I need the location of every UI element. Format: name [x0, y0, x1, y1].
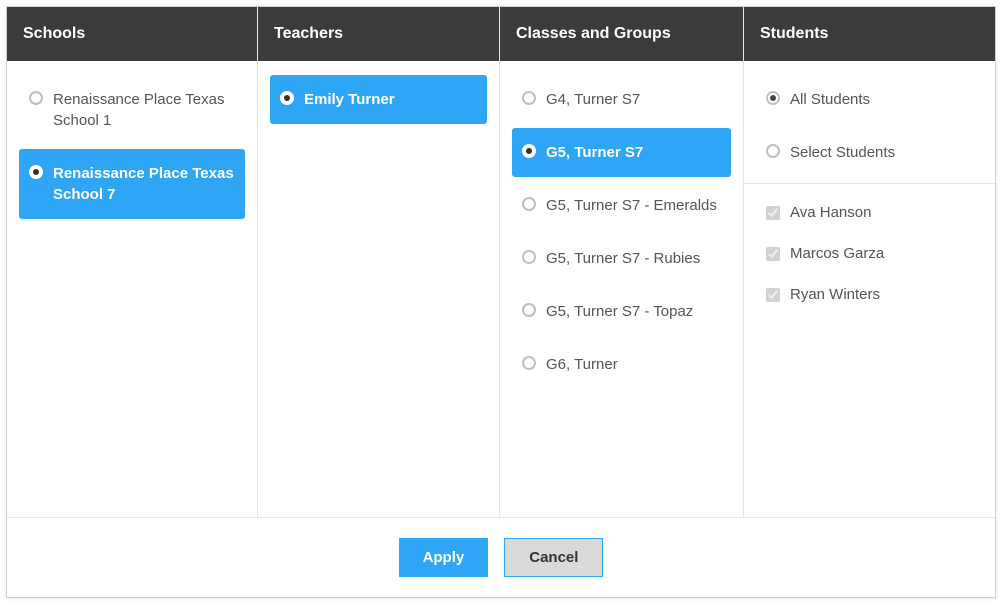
- radio-icon: [522, 303, 536, 317]
- student-checkbox[interactable]: [766, 247, 780, 261]
- student-item[interactable]: Marcos Garza: [756, 233, 983, 274]
- teachers-list: Emily Turner: [258, 61, 499, 517]
- schools-column: Schools Renaissance Place Texas School 1…: [7, 7, 258, 517]
- student-item[interactable]: Ryan Winters: [756, 274, 983, 315]
- students-mode-select[interactable]: Select Students: [756, 128, 983, 177]
- radio-icon: [766, 144, 780, 158]
- students-mode-label: Select Students: [790, 142, 973, 163]
- class-label: G5, Turner S7 - Topaz: [546, 301, 721, 322]
- radio-icon: [29, 165, 43, 179]
- radio-icon: [280, 91, 294, 105]
- selection-dialog: Schools Renaissance Place Texas School 1…: [6, 6, 996, 598]
- students-mode-label: All Students: [790, 89, 973, 110]
- radio-icon: [522, 356, 536, 370]
- schools-list: Renaissance Place Texas School 1 Renaiss…: [7, 61, 257, 517]
- radio-icon: [522, 250, 536, 264]
- apply-button[interactable]: Apply: [399, 538, 489, 577]
- teacher-label: Emily Turner: [304, 89, 477, 110]
- school-option[interactable]: Renaissance Place Texas School 7: [19, 149, 245, 219]
- class-option[interactable]: G5, Turner S7 - Topaz: [512, 287, 731, 336]
- teachers-column: Teachers Emily Turner: [258, 7, 500, 517]
- students-list: All Students Select Students Ava Hanson …: [744, 61, 995, 517]
- class-label: G5, Turner S7 - Emeralds: [546, 195, 721, 216]
- class-label: G4, Turner S7: [546, 89, 721, 110]
- teachers-header: Teachers: [258, 7, 499, 61]
- student-name: Marcos Garza: [790, 245, 884, 262]
- classes-list: G4, Turner S7 G5, Turner S7 G5, Turner S…: [500, 61, 743, 517]
- student-item[interactable]: Ava Hanson: [756, 192, 983, 233]
- school-label: Renaissance Place Texas School 1: [53, 89, 235, 131]
- class-option[interactable]: G5, Turner S7 - Rubies: [512, 234, 731, 283]
- schools-header: Schools: [7, 7, 257, 61]
- students-header: Students: [744, 7, 995, 61]
- radio-icon: [522, 91, 536, 105]
- class-label: G6, Turner: [546, 354, 721, 375]
- class-label: G5, Turner S7 - Rubies: [546, 248, 721, 269]
- radio-icon: [29, 91, 43, 105]
- student-name: Ava Hanson: [790, 204, 871, 221]
- radio-icon: [522, 144, 536, 158]
- classes-header: Classes and Groups: [500, 7, 743, 61]
- radio-icon: [522, 197, 536, 211]
- school-option[interactable]: Renaissance Place Texas School 1: [19, 75, 245, 145]
- school-label: Renaissance Place Texas School 7: [53, 163, 235, 205]
- class-option[interactable]: G4, Turner S7: [512, 75, 731, 124]
- student-name: Ryan Winters: [790, 286, 880, 303]
- students-mode-all[interactable]: All Students: [756, 75, 983, 124]
- student-checkbox[interactable]: [766, 206, 780, 220]
- classes-column: Classes and Groups G4, Turner S7 G5, Tur…: [500, 7, 744, 517]
- divider: [744, 183, 995, 184]
- class-option[interactable]: G5, Turner S7 - Emeralds: [512, 181, 731, 230]
- class-label: G5, Turner S7: [546, 142, 721, 163]
- cancel-button[interactable]: Cancel: [504, 538, 603, 577]
- students-column: Students All Students Select Students Av…: [744, 7, 995, 517]
- class-option[interactable]: G6, Turner: [512, 340, 731, 389]
- dialog-footer: Apply Cancel: [7, 518, 995, 597]
- teacher-option[interactable]: Emily Turner: [270, 75, 487, 124]
- columns-wrap: Schools Renaissance Place Texas School 1…: [7, 7, 995, 518]
- radio-icon: [766, 91, 780, 105]
- student-checkbox[interactable]: [766, 288, 780, 302]
- class-option[interactable]: G5, Turner S7: [512, 128, 731, 177]
